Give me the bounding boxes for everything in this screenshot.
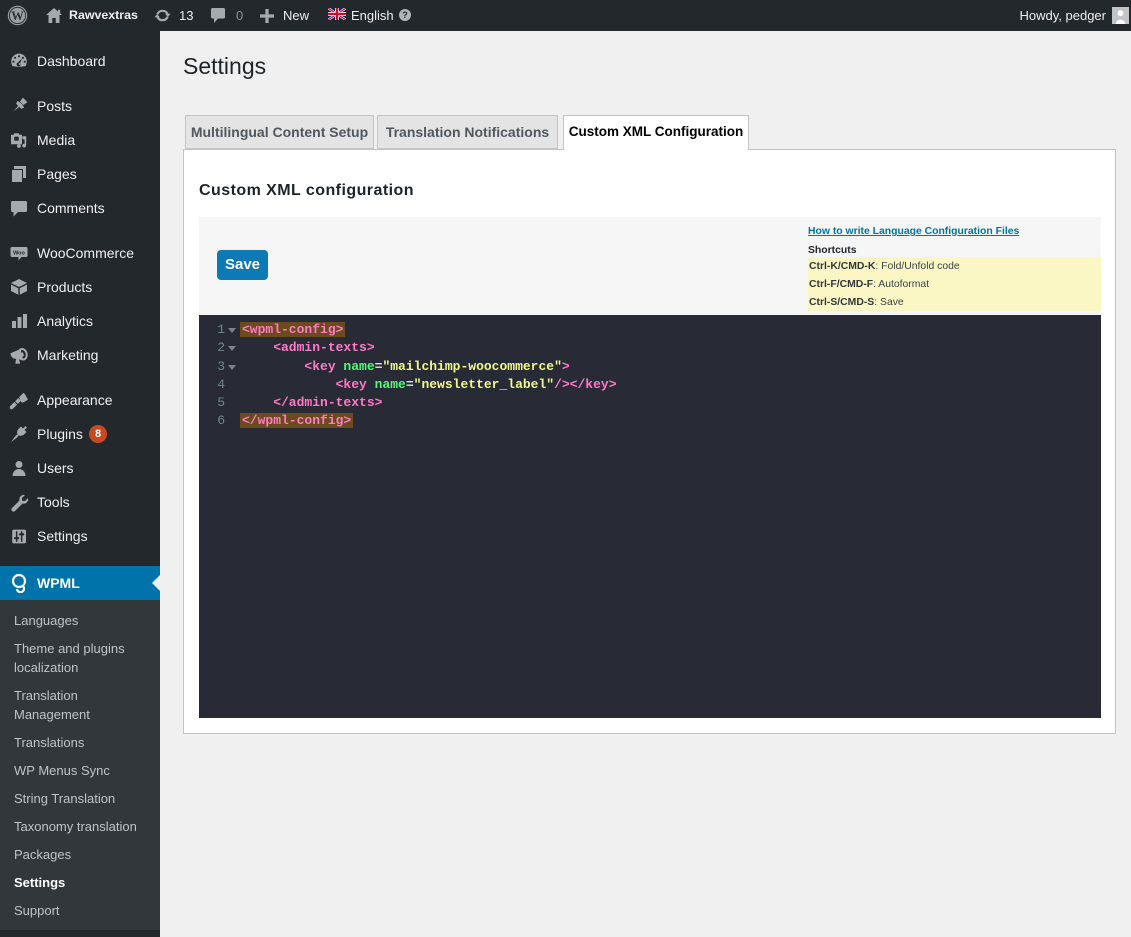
svg-text:Woo: Woo [13,251,25,257]
svg-text:?: ? [402,10,408,20]
svg-text:W: W [11,9,24,23]
